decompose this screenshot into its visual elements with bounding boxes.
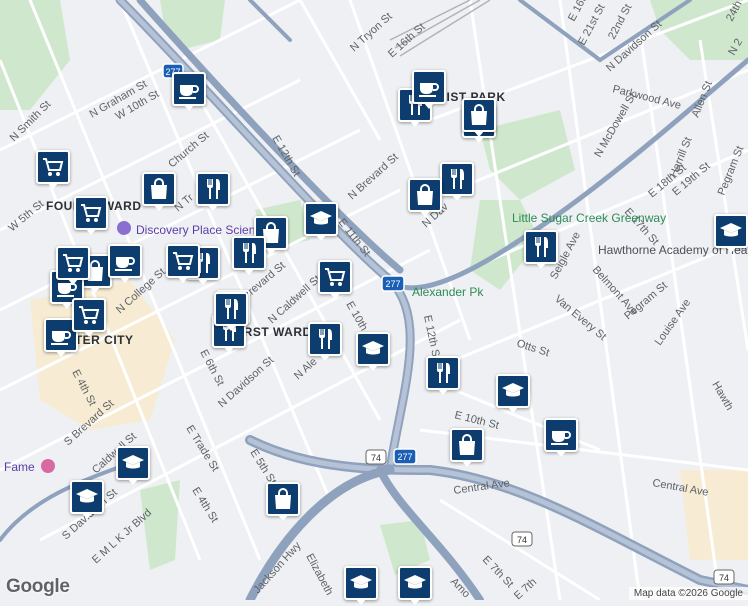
school-marker[interactable] xyxy=(70,480,104,520)
shopping-bag-icon xyxy=(459,434,475,455)
cafe-marker[interactable] xyxy=(544,418,578,458)
poi-label: Fame xyxy=(4,460,35,474)
shopping-bag-icon xyxy=(275,488,291,509)
cart-icon xyxy=(173,252,194,270)
restaurant-marker[interactable] xyxy=(426,356,460,396)
cart-icon xyxy=(81,204,102,222)
poi-discovery-place[interactable]: Discovery Place Science xyxy=(117,221,268,237)
fork-knife-icon xyxy=(535,237,548,257)
cart-icon xyxy=(79,306,100,324)
restaurant-marker[interactable] xyxy=(524,230,558,270)
graduation-cap-icon xyxy=(350,575,372,589)
fork-knife-icon xyxy=(437,363,450,383)
map-attribution: Map data ©2026 Google xyxy=(628,587,748,600)
fork-knife-icon xyxy=(451,169,464,189)
highway-shield: 74 xyxy=(511,531,533,547)
shop-marker[interactable] xyxy=(462,98,496,138)
shop-marker[interactable] xyxy=(266,482,300,522)
grocery-marker[interactable] xyxy=(56,246,90,286)
school-marker[interactable] xyxy=(344,566,378,606)
restaurant-marker[interactable] xyxy=(232,236,266,276)
highway-shield: 277 xyxy=(393,448,417,465)
map-canvas[interactable]: 277 277 74 277 74 74 N Tryon St E 16th S… xyxy=(0,0,748,600)
cart-icon xyxy=(43,158,64,176)
poi-fame[interactable]: Fame xyxy=(4,459,55,474)
grocery-marker[interactable] xyxy=(36,150,70,190)
restaurant-marker[interactable] xyxy=(440,162,474,202)
grocery-marker[interactable] xyxy=(318,260,352,300)
restaurant-marker[interactable] xyxy=(308,322,342,362)
school-marker[interactable] xyxy=(356,332,390,372)
grocery-marker[interactable] xyxy=(74,196,108,236)
graduation-cap-icon xyxy=(122,455,144,469)
highway-shield: 277 xyxy=(381,275,405,292)
shopping-bag-icon xyxy=(417,184,433,205)
graduation-cap-icon xyxy=(310,211,332,225)
shop-marker[interactable] xyxy=(450,428,484,468)
graduation-cap-icon xyxy=(720,223,742,237)
cafe-icon xyxy=(419,83,439,97)
school-marker[interactable] xyxy=(304,202,338,242)
graduation-cap-icon xyxy=(502,383,524,397)
cafe-icon xyxy=(179,85,199,99)
cafe-marker[interactable] xyxy=(412,70,446,110)
graduation-cap-icon xyxy=(404,575,426,589)
grocery-marker[interactable] xyxy=(166,244,200,284)
grocery-marker[interactable] xyxy=(72,298,106,338)
fork-knife-icon xyxy=(319,329,332,349)
school-marker[interactable] xyxy=(496,374,530,414)
fork-knife-icon xyxy=(207,179,220,199)
graduation-cap-icon xyxy=(362,341,384,355)
school-marker[interactable] xyxy=(714,214,748,254)
cafe-icon xyxy=(51,331,71,345)
fork-knife-icon xyxy=(243,243,256,263)
highway-shield: 74 xyxy=(365,449,387,465)
google-logo: Google xyxy=(6,576,70,597)
cafe-icon xyxy=(115,257,135,271)
park-label-little-sugar-creek: Little Sugar Creek Greenway xyxy=(512,211,666,225)
school-marker[interactable] xyxy=(116,446,150,486)
shop-marker[interactable] xyxy=(142,172,176,212)
cart-icon xyxy=(325,268,346,286)
cafe-icon xyxy=(551,431,571,445)
shopping-bag-icon xyxy=(471,104,487,125)
restaurant-marker[interactable] xyxy=(196,172,230,212)
cart-icon xyxy=(63,254,84,272)
svg-text:74: 74 xyxy=(517,535,527,545)
fork-knife-icon xyxy=(225,299,238,319)
svg-text:74: 74 xyxy=(719,573,729,583)
shop-marker[interactable] xyxy=(408,178,442,218)
cafe-marker[interactable] xyxy=(172,72,206,112)
restaurant-marker[interactable] xyxy=(214,292,248,332)
svg-text:277: 277 xyxy=(385,279,400,289)
cafe-marker[interactable] xyxy=(108,244,142,284)
highway-shield: 74 xyxy=(713,569,735,585)
svg-text:277: 277 xyxy=(397,452,412,462)
poi-label: Discovery Place Science xyxy=(136,223,268,237)
svg-text:74: 74 xyxy=(371,453,381,463)
school-marker[interactable] xyxy=(398,566,432,606)
park-label-alexander-park: Alexander Pk xyxy=(412,285,484,299)
graduation-cap-icon xyxy=(76,489,98,503)
shopping-bag-icon xyxy=(151,178,167,199)
